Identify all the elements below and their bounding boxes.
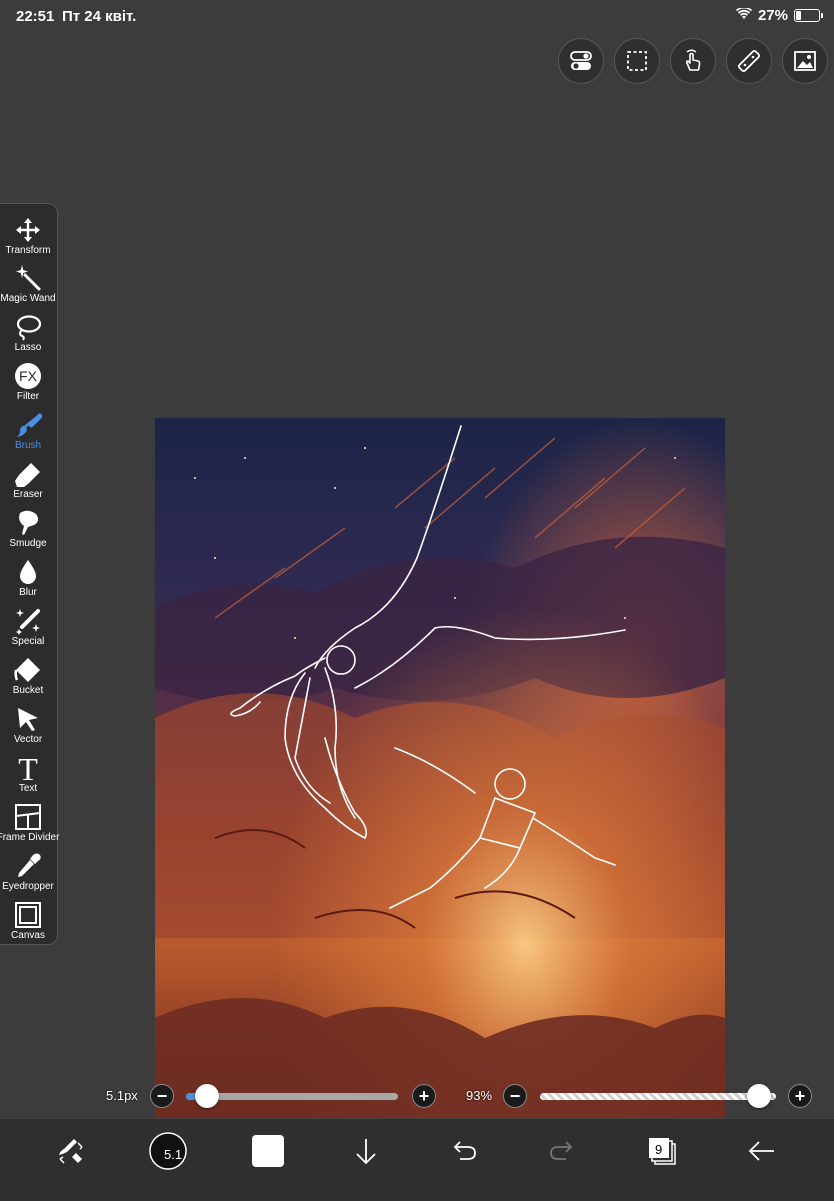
brush-size-label: 5.1px [106, 1088, 138, 1103]
tool-label: Bucket [12, 685, 44, 696]
tool-transform[interactable]: Transform [0, 212, 56, 260]
tool-label: Magic Wand [0, 293, 56, 304]
redo-icon [550, 1141, 573, 1160]
redo-button[interactable] [542, 1131, 582, 1171]
color-swatch-button[interactable] [248, 1131, 288, 1171]
tool-canvas[interactable]: Canvas [0, 897, 56, 945]
smudge-icon [19, 510, 39, 535]
status-date: Пт 24 квіт. [62, 8, 137, 25]
tool-magic-wand[interactable]: Magic Wand [0, 260, 56, 308]
color-swatch [252, 1135, 284, 1167]
status-right: 27% [735, 6, 823, 24]
artwork [155, 418, 725, 1170]
tool-label: Special [11, 636, 45, 647]
back-button[interactable] [742, 1131, 782, 1171]
tool-filter[interactable]: FX Filter [0, 358, 56, 406]
status-bar: 22:51 Пт 24 квіт. 27% [0, 0, 834, 34]
svg-text:FX: FX [19, 368, 38, 384]
tool-eraser[interactable]: Eraser [0, 456, 56, 504]
brush-icon [17, 413, 42, 437]
brush-size-button[interactable]: 5.1 [148, 1131, 188, 1171]
magic-wand-icon [16, 265, 41, 291]
ruler-icon[interactable] [726, 38, 772, 84]
lasso-icon [16, 315, 42, 341]
battery-percent: 27% [757, 7, 788, 24]
brush-size-badge: 5.1 [164, 1147, 183, 1162]
undo-icon [453, 1141, 476, 1160]
tool-label: Frame Divider [0, 832, 60, 843]
tool-frame-divider[interactable]: Frame Divider [0, 799, 60, 847]
undo-button[interactable] [444, 1131, 484, 1171]
tool-smudge[interactable]: Smudge [0, 505, 56, 553]
layers-button[interactable]: 9 [642, 1131, 682, 1171]
tool-blur[interactable]: Blur [0, 554, 56, 602]
tool-label: Canvas [11, 930, 45, 941]
brush-size-decrease-button[interactable]: − [150, 1084, 174, 1108]
frame-divider-icon [15, 804, 41, 830]
image-icon[interactable] [782, 38, 828, 84]
opacity-increase-button[interactable]: + [788, 1084, 812, 1108]
bucket-icon [14, 658, 40, 682]
opacity-thumb[interactable] [747, 1084, 772, 1108]
opacity-label: 93% [466, 1088, 493, 1103]
brush-size-thumb[interactable] [195, 1084, 220, 1108]
tool-lasso[interactable]: Lasso [0, 309, 56, 357]
tool-label: Filter [16, 391, 40, 402]
tool-label: Smudge [9, 538, 47, 549]
tool-vector[interactable]: Vector [0, 701, 56, 749]
opacity-track[interactable] [540, 1093, 776, 1100]
tool-label: Eyedropper [2, 881, 54, 892]
tool-label: Blur [19, 587, 37, 598]
eyedropper-icon [18, 853, 41, 877]
tool-special[interactable]: Special [0, 603, 56, 651]
tool-text[interactable]: T Text [0, 750, 56, 798]
fx-icon: FX [15, 363, 41, 389]
arrow-left-icon [748, 1141, 774, 1161]
download-arrow-button[interactable] [346, 1131, 386, 1171]
opacity-decrease-button[interactable]: − [503, 1084, 527, 1108]
cursor-arrow-icon [18, 708, 38, 731]
canvas-icon [15, 902, 41, 928]
tool-label: Vector [13, 734, 43, 745]
svg-text:T: T [18, 754, 38, 782]
tool-eyedropper[interactable]: Eyedropper [0, 848, 56, 896]
tool-bucket[interactable]: Bucket [0, 652, 56, 700]
layers-count: 9 [655, 1142, 663, 1157]
finger-touch-icon[interactable] [670, 38, 716, 84]
arrow-down-icon [356, 1139, 376, 1165]
top-tools [558, 38, 828, 84]
tool-brush[interactable]: Brush [0, 407, 56, 455]
tool-label: Text [18, 783, 38, 794]
tool-panel: Transform Magic Wand Lasso FX Filter Bru… [0, 203, 60, 945]
eraser-icon [15, 463, 40, 487]
tool-label: Brush [14, 440, 42, 451]
brush-eraser-swap-icon [59, 1139, 83, 1164]
drawing-canvas[interactable] [155, 418, 725, 1170]
sparkle-pen-icon [16, 609, 40, 635]
brush-size-increase-button[interactable]: + [412, 1084, 436, 1108]
drop-icon [20, 560, 36, 584]
wifi-icon [735, 6, 753, 24]
selection-icon[interactable] [614, 38, 660, 84]
text-t-icon: T [18, 754, 38, 782]
battery-icon [794, 9, 823, 22]
layer-toggle-icon[interactable] [558, 38, 604, 84]
bottom-bar: 5.1 9 [0, 1118, 834, 1201]
tool-label: Transform [5, 245, 51, 256]
brush-eraser-toggle-button[interactable] [50, 1131, 90, 1171]
move-arrows-icon [16, 218, 40, 242]
status-time: 22:51 [16, 8, 55, 25]
tool-label: Eraser [13, 489, 43, 500]
tool-label: Lasso [14, 342, 42, 353]
